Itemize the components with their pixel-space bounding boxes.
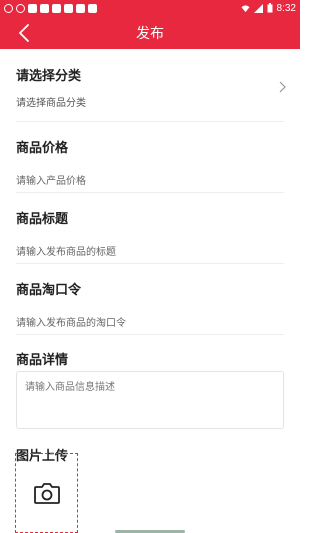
notification-icon (16, 3, 25, 13)
notification-icon (88, 3, 97, 13)
notification-icon (40, 3, 49, 13)
taokouling-section: 商品淘口令 请输入发布商品的淘口令 (0, 264, 300, 334)
notification-icon (28, 3, 37, 13)
status-icons-right: 8:32 (240, 2, 296, 14)
chevron-right-icon (279, 81, 286, 93)
category-placeholder: 请选择商品分类 (16, 98, 86, 109)
notification-icon (4, 3, 13, 13)
price-input[interactable]: 请输入产品价格 (16, 172, 284, 187)
image-upload-button[interactable] (15, 453, 78, 533)
nav-bar: 发布 (0, 16, 300, 49)
signal-icon (253, 3, 263, 13)
wifi-icon (240, 4, 250, 12)
category-row[interactable]: 请选择分类 请选择商品分类 (0, 49, 300, 121)
back-button[interactable] (14, 23, 34, 43)
product-title-label: 商品标题 (16, 212, 69, 227)
price-title: 商品价格 (16, 141, 69, 156)
notification-icon (52, 3, 61, 13)
status-bar: 8:32 (0, 0, 300, 16)
taokouling-label: 商品淘口令 (16, 283, 82, 298)
status-icons-left (4, 3, 241, 13)
status-time: 8:32 (276, 2, 296, 14)
page-title: 发布 (136, 25, 164, 42)
details-section: 商品详情 (0, 335, 300, 371)
product-title-section: 商品标题 请输入发布商品的标题 (0, 193, 300, 263)
details-textarea[interactable]: 请输入商品信息描述 (16, 371, 284, 429)
category-title: 请选择分类 (16, 69, 82, 84)
product-title-input[interactable]: 请输入发布商品的标题 (16, 243, 284, 258)
camera-icon (33, 483, 60, 504)
back-arrow-icon (19, 24, 29, 42)
details-label: 商品详情 (16, 353, 69, 368)
notification-icon (64, 3, 73, 13)
notification-icon (76, 3, 85, 13)
battery-icon (267, 3, 273, 13)
taokouling-input[interactable]: 请输入发布商品的淘口令 (16, 314, 284, 329)
price-section: 商品价格 请输入产品价格 (0, 122, 300, 192)
